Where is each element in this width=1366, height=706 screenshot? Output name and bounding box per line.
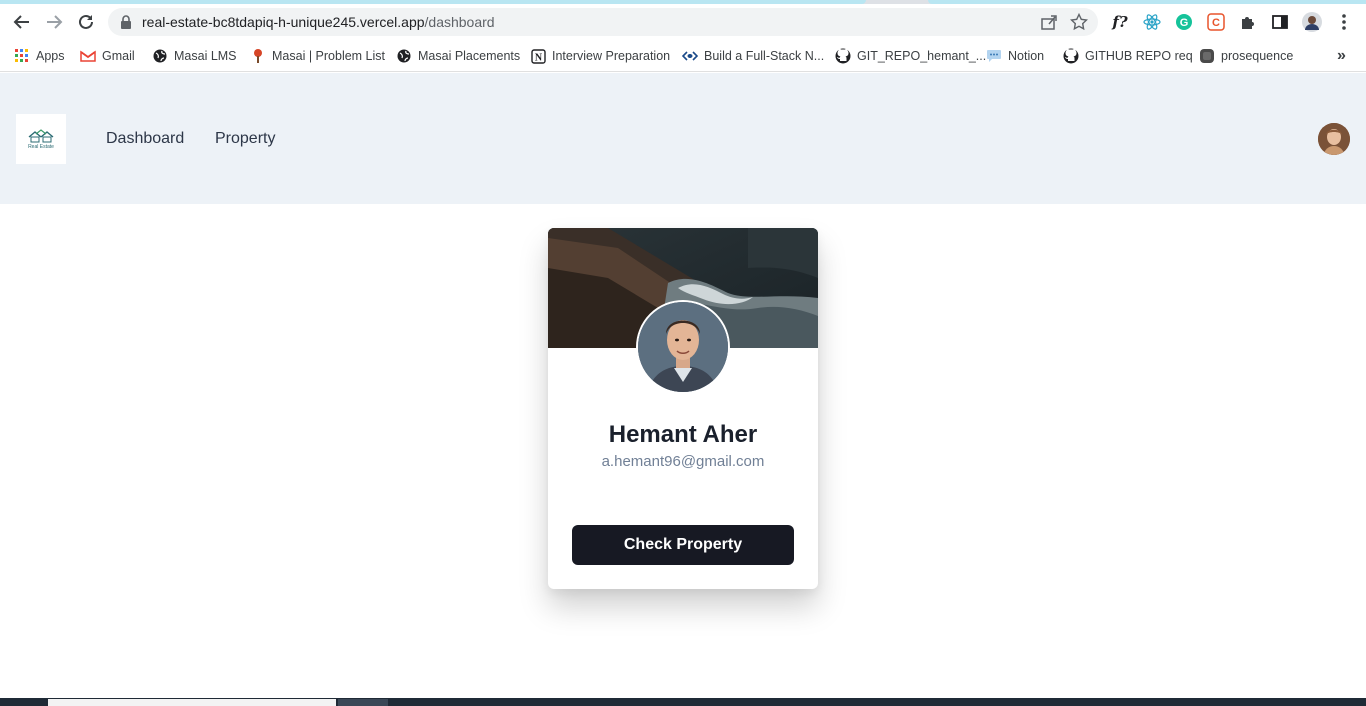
masai-icon — [250, 48, 266, 64]
bookmark-notion[interactable]: Notion — [986, 46, 1044, 66]
app-header: Real Estate Dashboard Property — [0, 73, 1366, 204]
bookmark-label: Interview Preparation — [552, 49, 671, 63]
forward-button[interactable] — [42, 10, 66, 34]
share-icon[interactable] — [1040, 13, 1058, 31]
more-bookmarks-chevron[interactable]: » — [1337, 46, 1346, 66]
formula-extension-icon[interactable]: f? — [1110, 12, 1130, 32]
bookmark-git-repo-hemant[interactable]: GIT_REPO_hemant_... — [835, 46, 986, 66]
bookmark-github-repo-req[interactable]: GITHUB REPO req — [1063, 46, 1193, 66]
back-button[interactable] — [10, 10, 34, 34]
bookmark-build-full-stack[interactable]: Build a Full-Stack N... — [682, 46, 824, 66]
forward-arrow-icon — [47, 15, 63, 29]
bookmark-label: Gmail — [102, 49, 135, 63]
logo-text: Real Estate — [28, 143, 54, 150]
notion-icon: N — [530, 48, 546, 64]
side-panel-icon[interactable] — [1270, 12, 1290, 32]
bookmark-label: prosequence — [1221, 49, 1294, 63]
bookmark-masai-placements[interactable]: Masai Placements — [396, 46, 520, 66]
apps-grid-icon — [14, 48, 30, 64]
nav-dashboard[interactable]: Dashboard — [106, 130, 184, 148]
reload-button[interactable] — [74, 10, 98, 34]
taskbar — [0, 698, 1366, 706]
bookmark-label: Notion — [1008, 49, 1045, 63]
svg-text:N: N — [534, 52, 542, 63]
profile-name: Hemant Aher — [608, 421, 758, 448]
svg-text:G: G — [1180, 17, 1189, 29]
globe-icon — [396, 48, 412, 64]
chat-icon — [986, 48, 1002, 64]
taskbar-app[interactable] — [338, 699, 388, 706]
bookmark-star-icon[interactable] — [1070, 13, 1088, 31]
nav-property[interactable]: Property — [215, 130, 275, 148]
bookmark-interview-preparation[interactable]: N Interview Preparation — [530, 46, 670, 66]
extensions-puzzle-icon[interactable] — [1238, 12, 1258, 32]
site-logo[interactable]: Real Estate — [16, 114, 66, 164]
prosequence-icon — [1199, 48, 1215, 64]
back-arrow-icon — [13, 15, 29, 29]
bookmark-label: Masai | Problem List — [272, 49, 386, 63]
user-avatar[interactable] — [1318, 123, 1350, 155]
svg-text:C: C — [1212, 17, 1220, 29]
profile-email: a.hemant96@gmail.com — [601, 453, 765, 470]
url-path: /dashboard — [424, 14, 495, 30]
bookmark-apps[interactable]: Apps — [14, 46, 65, 66]
check-property-button[interactable]: Check Property — [572, 525, 794, 565]
url-text[interactable]: real-estate-bc8tdapiq-h-unique245.vercel… — [142, 14, 495, 30]
lock-icon — [121, 15, 131, 29]
browser-toolbar: real-estate-bc8tdapiq-h-unique245.vercel… — [0, 4, 1366, 40]
bookmark-label: Masai LMS — [174, 49, 237, 63]
globe-icon — [152, 48, 168, 64]
code-extension-icon[interactable]: C — [1206, 12, 1226, 32]
github-icon — [1063, 48, 1079, 64]
bookmarks-bar: Apps Gmail Masai LMS Masai | Problem Lis… — [0, 40, 1366, 72]
code-icon — [682, 48, 698, 64]
react-devtools-icon[interactable] — [1142, 12, 1162, 32]
bookmark-gmail[interactable]: Gmail — [80, 46, 135, 66]
bookmark-masai-problem-list[interactable]: Masai | Problem List — [250, 46, 385, 66]
bookmark-label: Build a Full-Stack N... — [704, 49, 825, 63]
bookmark-label: Masai Placements — [418, 49, 521, 63]
grammarly-icon[interactable]: G — [1174, 12, 1194, 32]
address-bar[interactable]: real-estate-bc8tdapiq-h-unique245.vercel… — [108, 8, 1098, 36]
bookmark-label: GIT_REPO_hemant_... — [857, 49, 987, 63]
bookmark-prosequence[interactable]: prosequence — [1199, 46, 1293, 66]
url-domain: real-estate-bc8tdapiq-h-unique245.vercel… — [142, 14, 425, 30]
profile-avatar-icon[interactable] — [1302, 12, 1322, 32]
menu-kebab-icon[interactable] — [1334, 12, 1354, 32]
github-icon — [835, 48, 851, 64]
bookmark-label: Apps — [36, 49, 65, 63]
house-logo-icon — [28, 128, 54, 142]
profile-photo — [636, 300, 730, 394]
reload-icon — [79, 14, 93, 29]
taskbar-search[interactable] — [48, 699, 336, 706]
bookmark-masai-lms[interactable]: Masai LMS — [152, 46, 237, 66]
gmail-icon — [80, 48, 96, 64]
profile-card: Hemant Aher a.hemant96@gmail.com Check P… — [548, 228, 818, 589]
bookmark-label: GITHUB REPO req — [1085, 49, 1193, 63]
